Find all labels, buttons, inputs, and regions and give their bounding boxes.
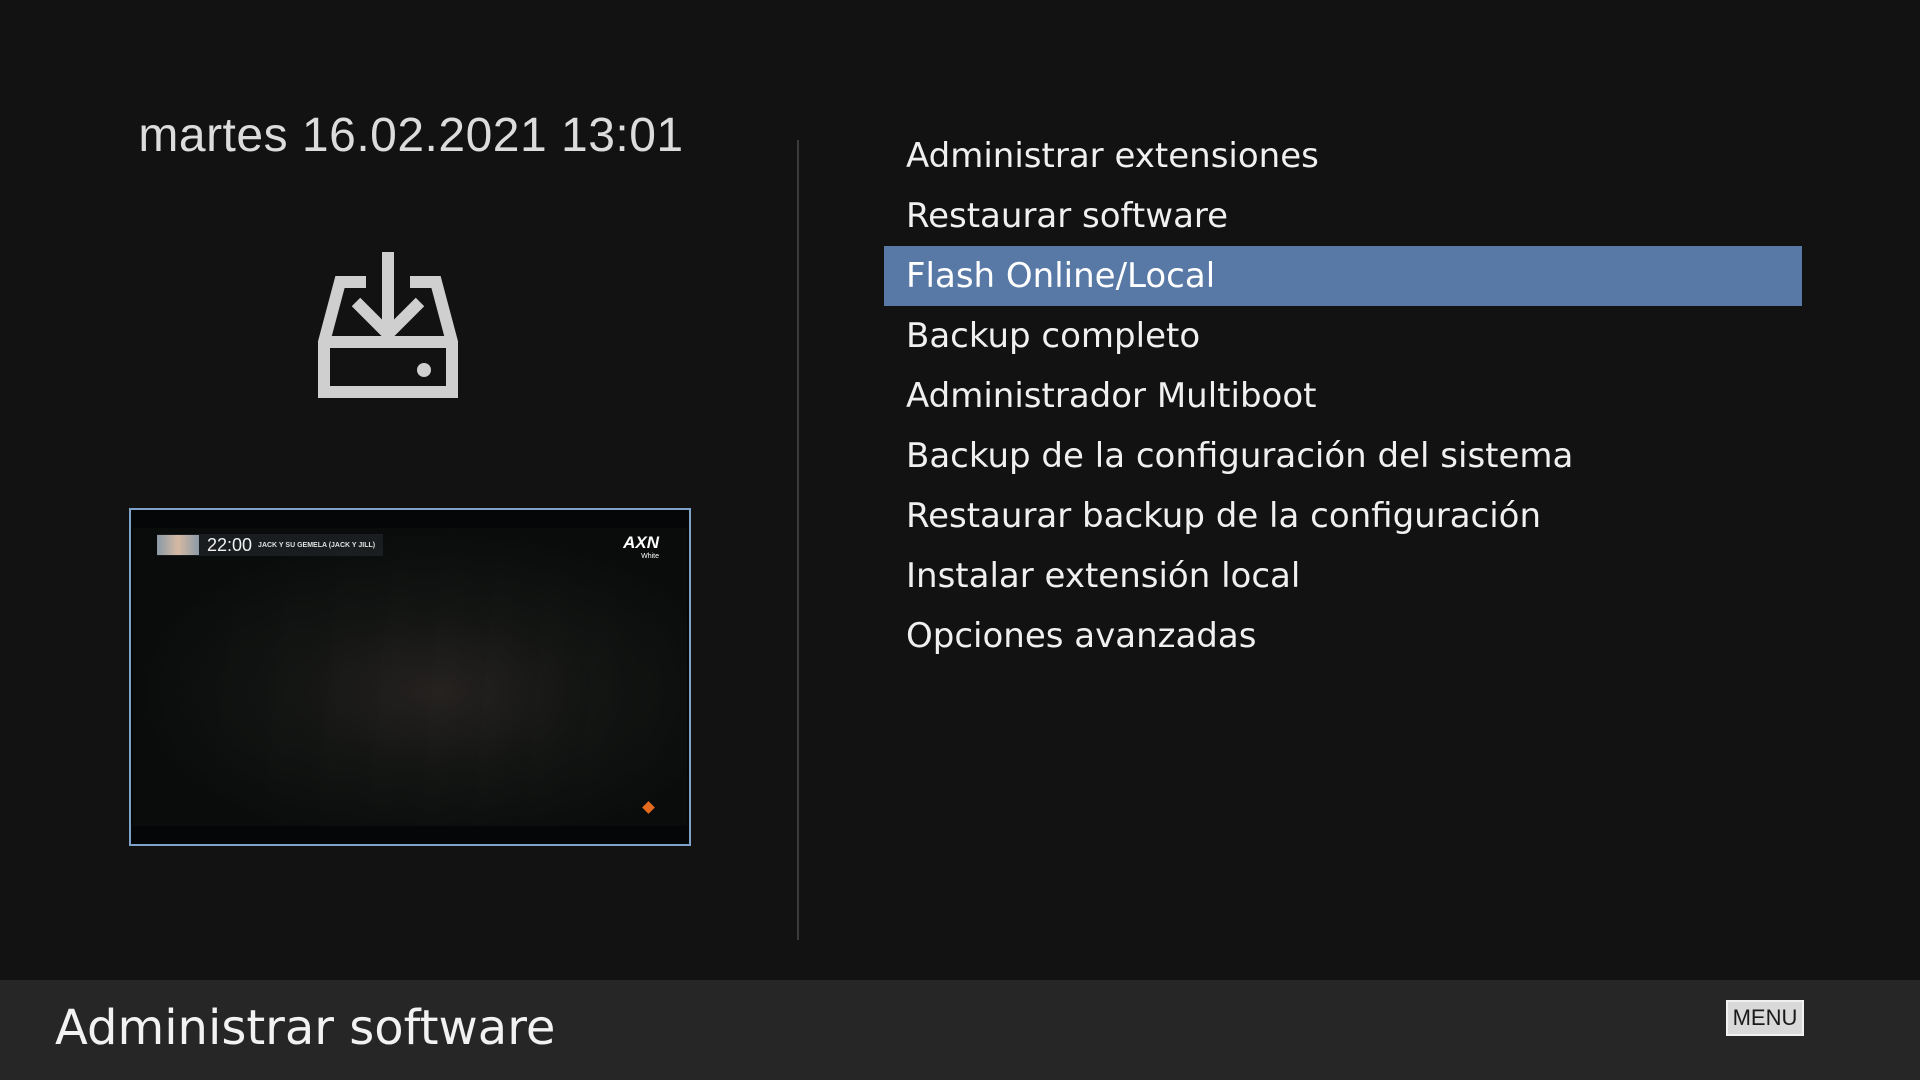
menu-item-restaurar-software[interactable]: Restaurar software: [884, 186, 1802, 246]
tv-preview-window: 22:00 JACK Y SU GEMELA (JACK Y JILL) AXN…: [129, 508, 691, 846]
software-menu: Administrar extensiones Restaurar softwa…: [884, 126, 1802, 666]
menu-item-backup-configuracion[interactable]: Backup de la configuración del sistema: [884, 426, 1802, 486]
program-time: 22:00: [207, 534, 253, 555]
menu-item-administrar-extensiones[interactable]: Administrar extensiones: [884, 126, 1802, 186]
menu-item-restaurar-backup-configuracion[interactable]: Restaurar backup de la configuración: [884, 486, 1802, 546]
menu-item-backup-completo[interactable]: Backup completo: [884, 306, 1802, 366]
channel-logo-subtext: White: [641, 553, 659, 560]
program-thumbnail: [157, 535, 199, 555]
footer-bar: Administrar software MENU: [0, 980, 1920, 1080]
download-tray-icon: [318, 252, 458, 398]
program-title: JACK Y SU GEMELA (JACK Y JILL): [258, 541, 376, 549]
channel-osd: 22:00 JACK Y SU GEMELA (JACK Y JILL): [157, 534, 384, 556]
channel-logo: AXN White: [623, 534, 659, 564]
page-title: Administrar software: [55, 1000, 556, 1056]
menu-key-button[interactable]: MENU: [1726, 1000, 1804, 1036]
date-time-display: martes 16.02.2021 13:01: [138, 109, 684, 162]
software-manager-screen: martes 16.02.2021 13:01 22:00 JACK Y SU …: [0, 0, 1920, 1080]
menu-item-administrador-multiboot[interactable]: Administrador Multiboot: [884, 366, 1802, 426]
menu-item-opciones-avanzadas[interactable]: Opciones avanzadas: [884, 606, 1802, 666]
vertical-divider: [797, 140, 799, 940]
menu-item-instalar-extension-local[interactable]: Instalar extensión local: [884, 546, 1802, 606]
menu-item-flash-online-local[interactable]: Flash Online/Local: [884, 246, 1802, 306]
video-frame: [133, 528, 687, 826]
